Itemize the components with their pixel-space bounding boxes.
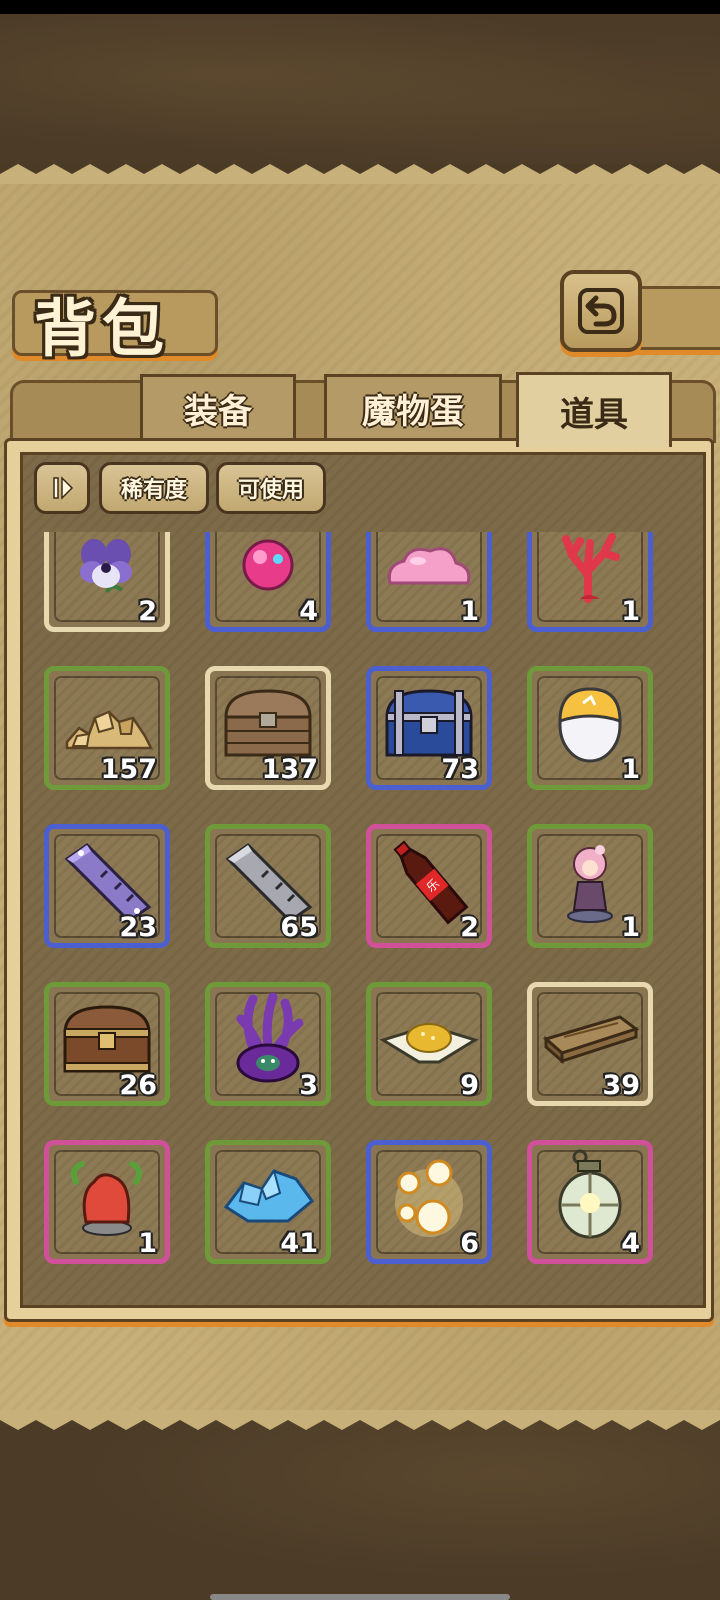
item-slot[interactable]: 1 xyxy=(366,532,492,632)
wooden-chest-icon xyxy=(224,689,312,757)
item-slot[interactable]: 9 xyxy=(366,982,492,1106)
wooden-plank-icon xyxy=(542,1015,640,1065)
gold-ore-pile-icon xyxy=(65,710,154,750)
tab-equipment-label: 装备 xyxy=(184,391,252,432)
tab-items[interactable]: 道具 xyxy=(516,372,672,447)
sort-toggle-button[interactable] xyxy=(34,462,90,514)
item-slot[interactable]: 4 xyxy=(527,1140,653,1264)
tab-monster-egg[interactable]: 魔物蛋 xyxy=(324,374,502,439)
usable-filter-button[interactable]: 可使用 xyxy=(216,462,326,514)
golden-rice-plate-icon xyxy=(379,1023,479,1064)
item-count: 1 xyxy=(621,596,640,627)
blue-crystal-pile-icon xyxy=(223,1169,315,1223)
rarity-filter-label: 稀有度 xyxy=(120,478,187,503)
item-count: 39 xyxy=(602,1070,640,1101)
zigzag-bottom-border xyxy=(0,1410,720,1430)
item-count: 157 xyxy=(100,754,157,785)
item-count: 1 xyxy=(460,596,479,627)
zigzag-top-border xyxy=(0,164,720,184)
pink-hair-figure-icon xyxy=(567,845,613,924)
item-slot[interactable]: 1 xyxy=(527,666,653,790)
item-count: 41 xyxy=(280,1228,318,1259)
background-bottom xyxy=(0,1420,720,1600)
item-count: 2 xyxy=(460,912,479,943)
background-top xyxy=(0,14,720,164)
item-slot[interactable]: 乐 2 xyxy=(366,824,492,948)
sort-toggle-icon xyxy=(53,476,74,500)
item-slot[interactable]: 73 xyxy=(366,666,492,790)
item-count: 9 xyxy=(460,1070,479,1101)
home-indicator xyxy=(210,1594,510,1600)
blue-chest-icon xyxy=(385,689,473,757)
item-slot[interactable]: 1 xyxy=(527,824,653,948)
item-slot[interactable]: 4 xyxy=(205,532,331,632)
item-slot[interactable]: 41 xyxy=(205,1140,331,1264)
item-grid: 2 4 1 1 157 137 73 1 23 65 乐 2 1 26 3 9 … xyxy=(28,532,688,1294)
back-button[interactable] xyxy=(560,270,642,352)
tab-equipment[interactable]: 装备 xyxy=(140,374,296,439)
item-slot[interactable]: 2 xyxy=(44,532,170,632)
item-count: 3 xyxy=(299,1070,318,1101)
item-count: 26 xyxy=(119,1070,157,1101)
item-count: 1 xyxy=(621,912,640,943)
item-count: 137 xyxy=(261,754,318,785)
item-slot[interactable]: 65 xyxy=(205,824,331,948)
page-title: 背包 xyxy=(34,292,171,365)
item-slot[interactable]: 1 xyxy=(44,1140,170,1264)
item-slot[interactable]: 39 xyxy=(527,982,653,1106)
item-slot[interactable]: 23 xyxy=(44,824,170,948)
item-slot[interactable]: 26 xyxy=(44,982,170,1106)
item-count: 1 xyxy=(138,1228,157,1259)
item-slot[interactable]: 137 xyxy=(205,666,331,790)
red-coral-icon xyxy=(562,533,620,604)
item-count: 6 xyxy=(460,1228,479,1259)
gold-white-egg-icon xyxy=(558,687,622,763)
item-slot[interactable]: 1 xyxy=(527,532,653,632)
brown-chest-icon xyxy=(63,1005,151,1073)
item-slot[interactable]: 3 xyxy=(205,982,331,1106)
item-count: 1 xyxy=(621,754,640,785)
item-slot[interactable]: 6 xyxy=(366,1140,492,1264)
item-slot[interactable]: 157 xyxy=(44,666,170,790)
item-count: 73 xyxy=(441,754,479,785)
item-count: 65 xyxy=(280,912,318,943)
item-count: 23 xyxy=(119,912,157,943)
status-bar xyxy=(0,0,720,14)
item-count: 2 xyxy=(138,596,157,627)
pink-orb-icon xyxy=(242,539,294,591)
tab-monster-egg-label: 魔物蛋 xyxy=(362,391,464,432)
tab-items-label: 道具 xyxy=(560,394,628,435)
item-count: 4 xyxy=(621,1228,640,1259)
item-count: 4 xyxy=(299,596,318,627)
usable-filter-label: 可使用 xyxy=(237,478,304,503)
back-arrow-icon xyxy=(578,288,624,334)
pansy-flower-icon xyxy=(80,539,132,594)
rarity-filter-button[interactable]: 稀有度 xyxy=(99,462,209,514)
pink-slime-icon xyxy=(387,547,471,585)
glass-lantern-icon xyxy=(558,1149,622,1239)
